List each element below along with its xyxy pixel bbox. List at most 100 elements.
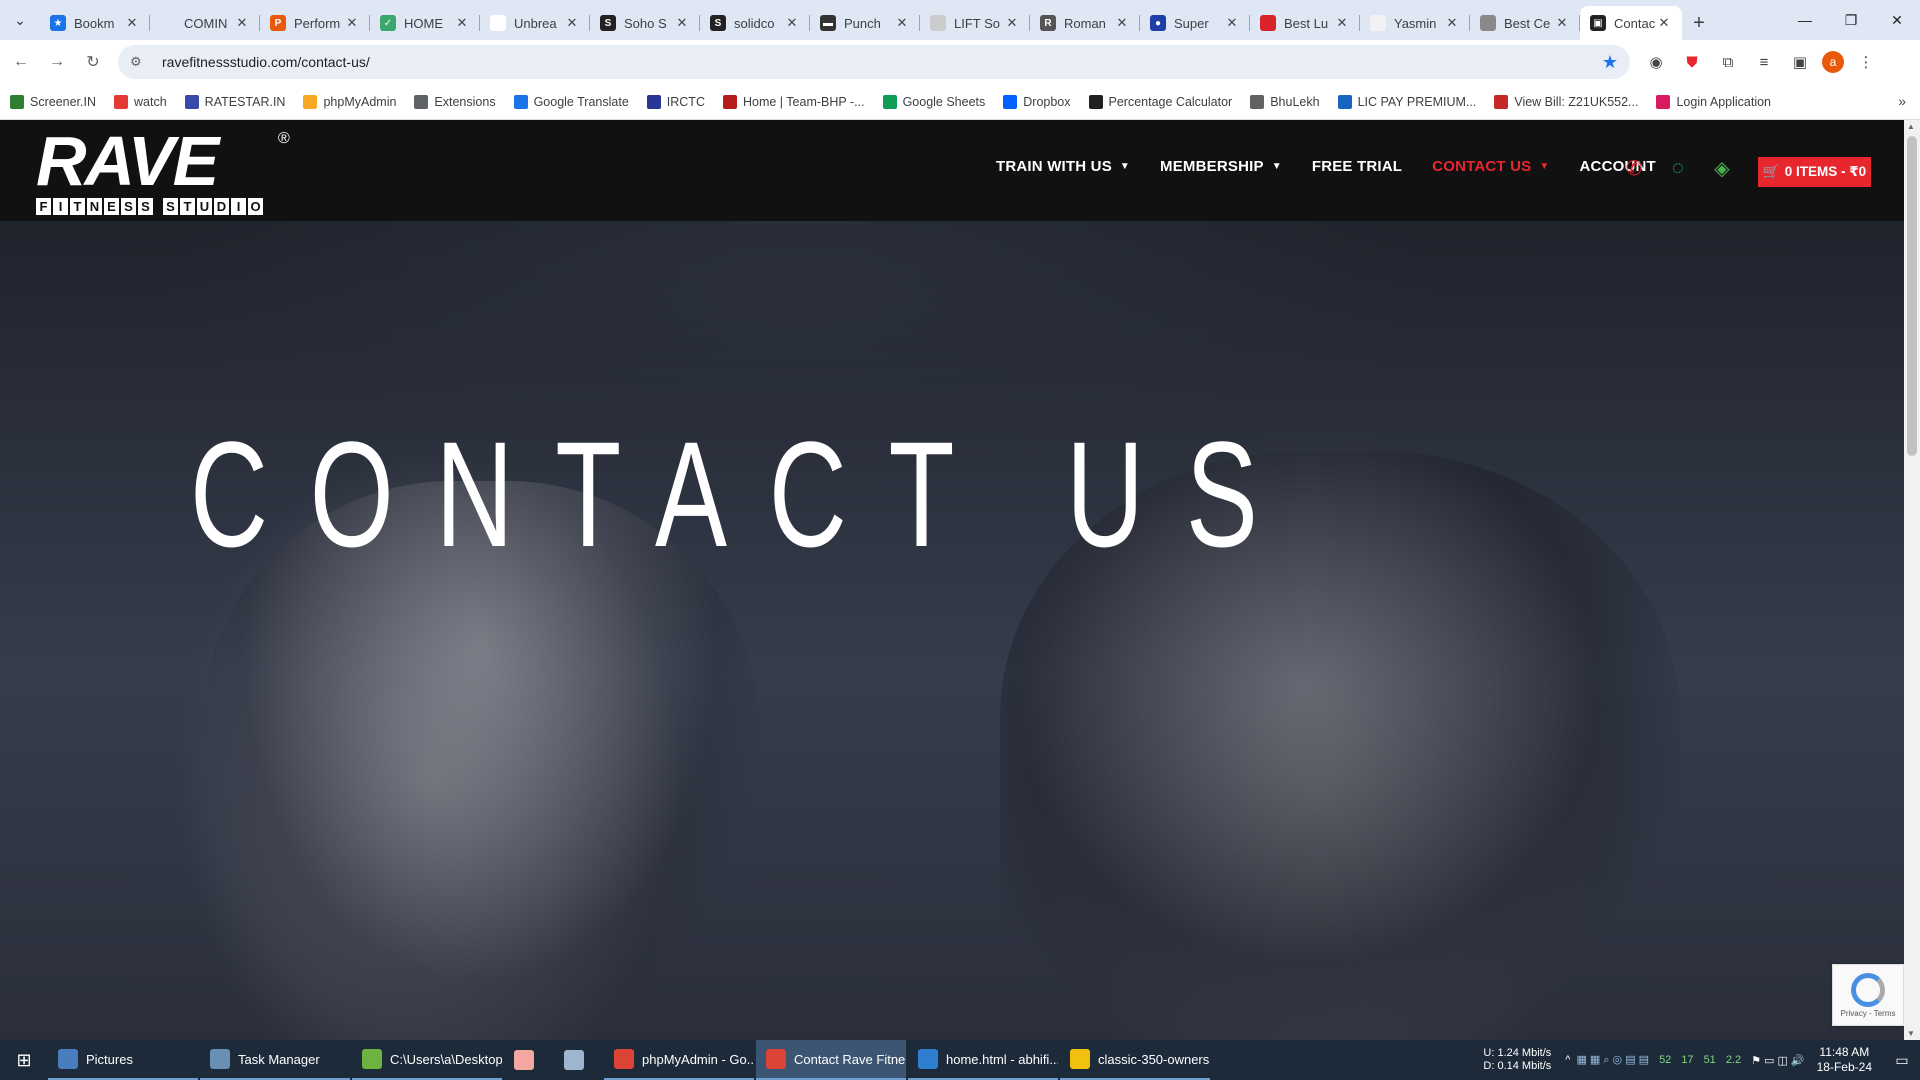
forward-icon[interactable]: →: [42, 47, 72, 77]
tab-close-icon[interactable]: ✕: [1656, 15, 1672, 31]
bookmarks-overflow-icon[interactable]: »: [1898, 93, 1906, 109]
browser-tab[interactable]: Best Lu ✕: [1250, 6, 1360, 40]
tab-close-icon[interactable]: ✕: [1444, 15, 1460, 31]
tab-favicon-icon: ★: [50, 15, 66, 31]
bookmark-item[interactable]: RATESTAR.IN: [184, 94, 285, 109]
nav-item-train-with-us[interactable]: TRAIN WITH US ▼: [996, 158, 1130, 175]
browser-tab[interactable]: COMIN ✕: [150, 6, 260, 40]
tab-search-icon[interactable]: ⌄: [0, 0, 40, 40]
taskbar-app[interactable]: Contact Rave Fitne...: [756, 1040, 906, 1080]
reload-icon[interactable]: ↻: [78, 47, 108, 77]
taskbar-app[interactable]: [554, 1040, 602, 1080]
tab-favicon-icon: ✓: [380, 15, 396, 31]
close-window-icon[interactable]: ✕: [1874, 0, 1920, 40]
back-icon[interactable]: ←: [6, 47, 36, 77]
tab-close-icon[interactable]: ✕: [454, 15, 470, 31]
bookmark-item[interactable]: View Bill: Z21UK552...: [1494, 94, 1638, 109]
taskbar-app[interactable]: C:\Users\a\Desktop...: [352, 1040, 502, 1080]
browser-tab[interactable]: S Soho S ✕: [590, 6, 700, 40]
nav-item-membership[interactable]: MEMBERSHIP ▼: [1160, 158, 1282, 175]
bookmark-star-icon[interactable]: ★: [1602, 52, 1618, 73]
address-bar[interactable]: ⚙ ravefitnessstudio.com/contact-us/ ★: [118, 45, 1630, 79]
taskbar-app[interactable]: classic-350-owners...: [1060, 1040, 1210, 1080]
recaptcha-badge[interactable]: Privacy - Terms: [1832, 964, 1904, 1026]
browser-tab[interactable]: ✓ HOME ✕: [370, 6, 480, 40]
new-tab-button[interactable]: +: [1682, 6, 1716, 40]
nav-item-contact-us[interactable]: CONTACT US ▼: [1432, 158, 1549, 175]
windows-start-icon[interactable]: ⊞: [0, 1040, 48, 1080]
recaptcha-links[interactable]: Privacy - Terms: [1841, 1009, 1896, 1018]
browser-tab[interactable]: P Perform ✕: [260, 6, 370, 40]
taskbar-app[interactable]: home.html - abhifi...: [908, 1040, 1058, 1080]
bookmark-item[interactable]: Dropbox: [1003, 94, 1071, 109]
extension-globe-icon[interactable]: ◉: [1642, 48, 1670, 76]
bookmark-item[interactable]: Extensions: [414, 94, 496, 109]
browser-tab[interactable]: Unbrea ✕: [480, 6, 590, 40]
browser-tab[interactable]: ● Super ✕: [1140, 6, 1250, 40]
tab-close-icon[interactable]: ✕: [784, 15, 800, 31]
menu-kebab-icon[interactable]: ⋮: [1852, 48, 1880, 76]
logo-subtitle-letter: I: [53, 198, 68, 215]
bookmark-item[interactable]: IRCTC: [646, 94, 705, 109]
extensions-puzzle-icon[interactable]: ⧉: [1714, 48, 1742, 76]
tab-close-icon[interactable]: ✕: [234, 15, 250, 31]
media-control-icon[interactable]: ≡: [1750, 48, 1778, 76]
site-settings-icon[interactable]: ⚙: [130, 54, 150, 70]
tab-close-icon[interactable]: ✕: [894, 15, 910, 31]
browser-tab[interactable]: ▬ Punch ✕: [810, 6, 920, 40]
bookmark-item[interactable]: BhuLekh: [1250, 94, 1320, 109]
tray-app-icons[interactable]: ▦ ▦ ⌕ ◎ ▤ ▤: [1576, 1053, 1649, 1067]
bookmark-item[interactable]: Percentage Calculator: [1088, 94, 1232, 109]
phone-icon[interactable]: ✆: [1622, 156, 1646, 180]
tab-close-icon[interactable]: ✕: [1114, 15, 1130, 31]
taskbar-app[interactable]: Pictures: [48, 1040, 198, 1080]
taskbar-clock[interactable]: 11:48 AM 18-Feb-24: [1817, 1045, 1872, 1075]
shield-extension-icon[interactable]: ⛊: [1678, 48, 1706, 76]
url-text[interactable]: ravefitnessstudio.com/contact-us/: [162, 54, 1602, 70]
taskbar-app[interactable]: phpMyAdmin - Go...: [604, 1040, 754, 1080]
tab-close-icon[interactable]: ✕: [1334, 15, 1350, 31]
notification-icon[interactable]: ▭: [1884, 1052, 1920, 1069]
browser-tab[interactable]: Yasmin ✕: [1360, 6, 1470, 40]
browser-tab[interactable]: ★ Bookm ✕: [40, 6, 150, 40]
restore-icon[interactable]: ❐: [1828, 0, 1874, 40]
maps-icon[interactable]: ◈: [1710, 156, 1734, 180]
bookmark-item[interactable]: phpMyAdmin: [303, 94, 396, 109]
browser-tab[interactable]: LIFT So ✕: [920, 6, 1030, 40]
bookmark-item[interactable]: Screener.IN: [10, 94, 96, 109]
bookmark-item[interactable]: watch: [114, 94, 167, 109]
taskbar-app[interactable]: Task Manager: [200, 1040, 350, 1080]
bookmark-item[interactable]: Google Translate: [513, 94, 629, 109]
page-scrollbar[interactable]: ▲ ▼: [1904, 120, 1920, 1040]
tray-system-icons[interactable]: ⚑ ▭ ◫ 🔊: [1751, 1054, 1805, 1067]
tab-close-icon[interactable]: ✕: [1004, 15, 1020, 31]
browser-tab[interactable]: ▣ Contac ✕: [1580, 6, 1682, 40]
tab-close-icon[interactable]: ✕: [564, 15, 580, 31]
side-panel-icon[interactable]: ▣: [1786, 48, 1814, 76]
nav-item-free-trial[interactable]: FREE TRIAL: [1312, 158, 1402, 175]
whatsapp-icon[interactable]: ◌: [1666, 156, 1690, 180]
tab-close-icon[interactable]: ✕: [344, 15, 360, 31]
scrollbar-thumb[interactable]: [1907, 136, 1917, 456]
tab-favicon-icon: [160, 15, 176, 31]
browser-tab[interactable]: Best Ce ✕: [1470, 6, 1580, 40]
bookmark-item[interactable]: Google Sheets: [882, 94, 985, 109]
chevron-down-icon: ▼: [1539, 161, 1550, 172]
scroll-up-icon[interactable]: ▲: [1907, 122, 1915, 131]
browser-tab[interactable]: Ssolidco ✕: [700, 6, 810, 40]
cart-button[interactable]: 🛒 0 ITEMS - ₹0: [1758, 157, 1871, 187]
tab-close-icon[interactable]: ✕: [1554, 15, 1570, 31]
minimize-icon[interactable]: —: [1782, 0, 1828, 40]
tray-chevron-icon[interactable]: ^: [1565, 1054, 1570, 1066]
bookmark-item[interactable]: LIC PAY PREMIUM...: [1337, 94, 1476, 109]
tab-close-icon[interactable]: ✕: [124, 15, 140, 31]
tab-close-icon[interactable]: ✕: [674, 15, 690, 31]
site-logo[interactable]: RAVE ® FITNESS STUDIO: [36, 126, 296, 215]
scroll-down-icon[interactable]: ▼: [1907, 1029, 1915, 1038]
taskbar-app[interactable]: [504, 1040, 552, 1080]
tab-close-icon[interactable]: ✕: [1224, 15, 1240, 31]
profile-avatar[interactable]: a: [1822, 51, 1844, 73]
browser-tab[interactable]: R Roman ✕: [1030, 6, 1140, 40]
bookmark-item[interactable]: Home | Team-BHP -...: [722, 94, 865, 109]
bookmark-item[interactable]: Login Application: [1656, 94, 1771, 109]
